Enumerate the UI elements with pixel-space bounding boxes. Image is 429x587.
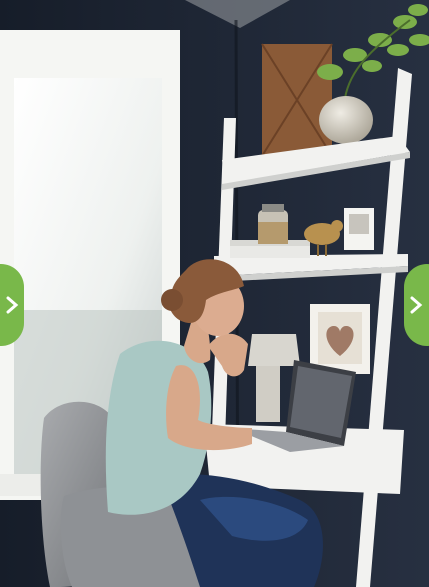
next-button[interactable] <box>404 264 429 346</box>
chevron-right-icon <box>6 296 19 314</box>
previous-button[interactable] <box>0 264 24 346</box>
chevron-right-icon <box>410 296 423 314</box>
home-office-photo <box>0 0 429 587</box>
photo-viewer <box>0 0 429 587</box>
